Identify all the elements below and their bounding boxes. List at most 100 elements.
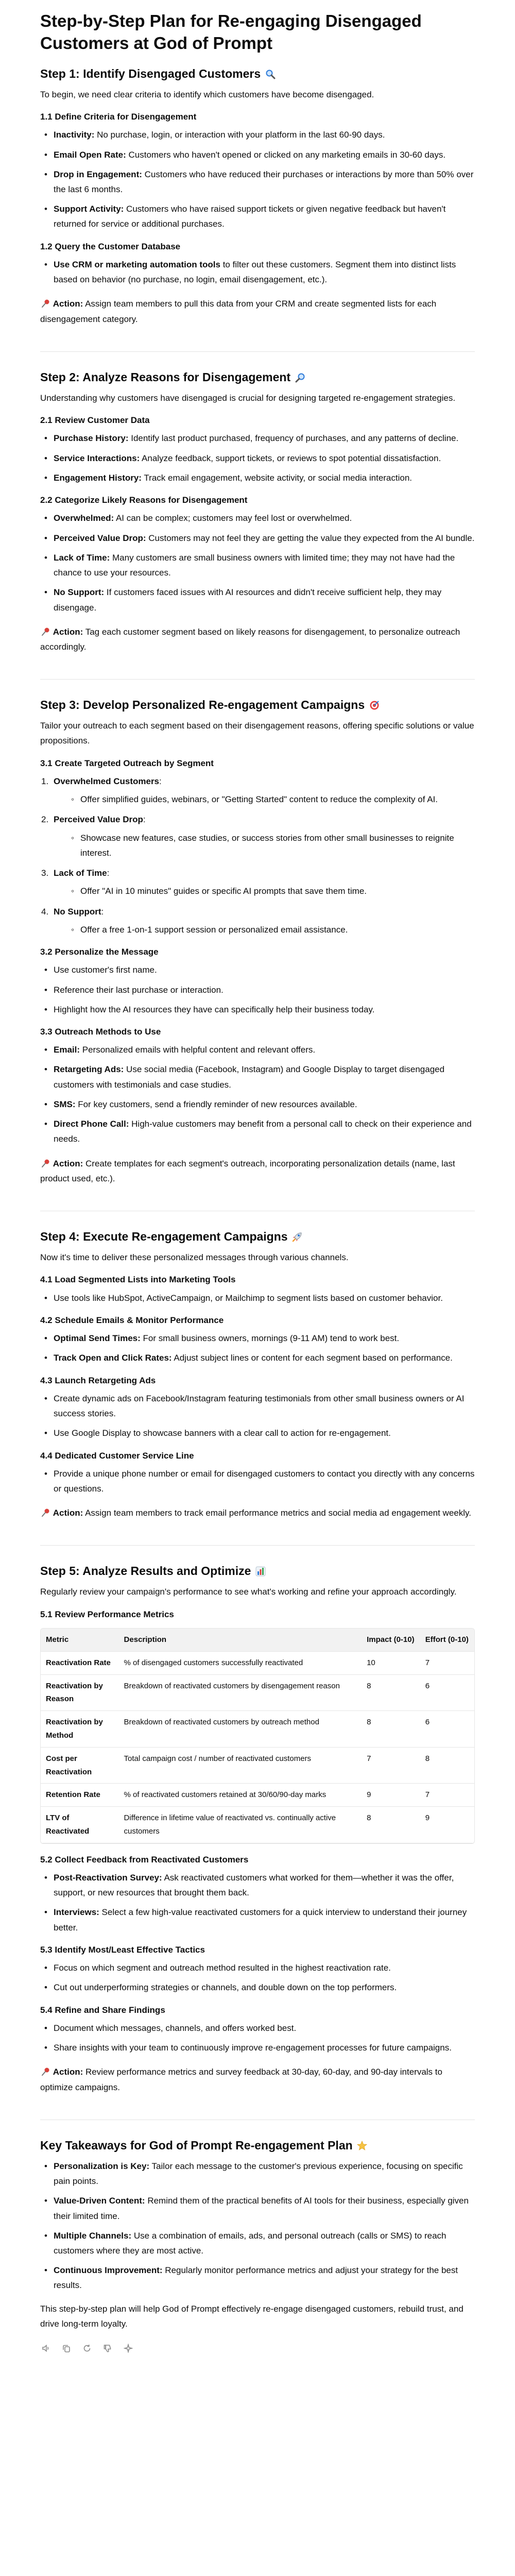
pin-emoji-icon (41, 2064, 50, 2079)
sparkle-model-icon[interactable] (123, 2343, 134, 2354)
step-5-subheading-2: 5.2 Collect Feedback from Reactivated Cu… (40, 1854, 249, 1865)
step-2-section: Step 2: Analyze Reasons for Disengagemen… (40, 352, 475, 680)
step-4-subheading-4: 4.4 Dedicated Customer Service Line (40, 1450, 194, 1461)
step-3-subheading-3: 3.3 Outreach Methods to Use (40, 1027, 161, 1037)
step-2-subheading-2: 2.2 Categorize Likely Reasons for Diseng… (40, 495, 248, 505)
table-cell: 10 (362, 1651, 420, 1675)
thumbs-down-icon[interactable] (102, 2343, 113, 2354)
list-item: Reference their last purchase or interac… (40, 982, 475, 997)
tactics-list: Focus on which segment and outreach meth… (40, 1960, 475, 1995)
list-item: SMS: For key customers, send a friendly … (40, 1097, 475, 1112)
list-item: Overwhelmed: AI can be complex; customer… (40, 511, 475, 526)
list-item: Post-Reactivation Survey: Ask reactivate… (40, 1870, 475, 1900)
table-cell: 6 (420, 1710, 474, 1748)
step-4-heading: Step 4: Execute Re-engagement Campaigns (40, 1229, 475, 1245)
step-1-subheading-1: 1.1 Define Criteria for Disengagement (40, 112, 197, 122)
table-cell: 6 (420, 1674, 474, 1711)
list-item: Offer a free 1-on-1 support session or p… (54, 922, 475, 937)
page-title: Step-by-Step Plan for Re-engaging Diseng… (40, 11, 422, 53)
refine-list: Document which messages, channels, and o… (40, 2021, 475, 2056)
table-row: Retention Rate % of reactivated customer… (41, 1783, 474, 1807)
list-item: Highlight how the AI resources they have… (40, 1002, 475, 1017)
table-cell: 8 (362, 1710, 420, 1748)
table-cell: 8 (420, 1747, 474, 1784)
step-2-action: Action: Tag each customer segment based … (40, 624, 475, 654)
step-4-action: Action: Assign team members to track ema… (40, 1505, 475, 1520)
list-item: Personalization is Key: Tailor each mess… (40, 2159, 475, 2189)
step-5-intro: Regularly review your campaign's perform… (40, 1587, 457, 1597)
service-line-list: Provide a unique phone number or email f… (40, 1466, 475, 1496)
retargeting-ads-list: Create dynamic ads on Facebook/Instagram… (40, 1391, 475, 1441)
step-5-subheading-1: 5.1 Review Performance Metrics (40, 1609, 174, 1619)
list-item: Create dynamic ads on Facebook/Instagram… (40, 1391, 475, 1421)
speaker-icon[interactable] (40, 2343, 52, 2354)
response-document: Step-by-Step Plan for Re-engaging Diseng… (0, 0, 515, 2382)
table-row: Reactivation by Reason Breakdown of reac… (41, 1674, 474, 1711)
list-item: 4.No Support: Offer a free 1-on-1 suppor… (40, 904, 475, 938)
list-item: No Support: If customers faced issues wi… (40, 585, 475, 615)
list-item: Track Open and Click Rates: Adjust subje… (40, 1350, 475, 1365)
step-2-subheading-1: 2.1 Review Customer Data (40, 415, 150, 426)
list-item: Email Open Rate: Customers who haven't o… (40, 147, 475, 162)
step-2-intro: Understanding why customers have disenga… (40, 393, 456, 403)
table-cell: 7 (362, 1747, 420, 1784)
query-database-list: Use CRM or marketing automation tools to… (40, 257, 475, 287)
pin-emoji-icon (41, 624, 50, 639)
copy-icon[interactable] (61, 2343, 72, 2354)
column-header: Impact (0-10) (362, 1628, 420, 1652)
step-5-heading: Step 5: Analyze Results and Optimize (40, 1563, 475, 1579)
list-item: Focus on which segment and outreach meth… (40, 1960, 475, 1975)
list-item: Inactivity: No purchase, login, or inter… (40, 127, 475, 142)
schedule-list: Optimal Send Times: For small business o… (40, 1331, 475, 1366)
step-3-subheading-1: 3.1 Create Targeted Outreach by Segment (40, 758, 214, 768)
takeaways-heading: Key Takeaways for God of Prompt Re-engag… (40, 2138, 475, 2154)
table-row: LTV of Reactivated Difference in lifetim… (41, 1806, 474, 1843)
list-item: Share insights with your team to continu… (40, 2040, 475, 2055)
step-3-action: Action: Create templates for each segmen… (40, 1156, 475, 1186)
list-item: Perceived Value Drop: Customers may not … (40, 531, 475, 546)
list-item: Direct Phone Call: High-value customers … (40, 1116, 475, 1146)
step-1-section: Step 1: Identify Disengaged Customers To… (40, 66, 475, 352)
list-item: Document which messages, channels, and o… (40, 2021, 475, 2036)
table-cell: Retention Rate (41, 1783, 119, 1807)
list-item: Use tools like HubSpot, ActiveCampaign, … (40, 1291, 475, 1306)
table-cell: 7 (420, 1651, 474, 1675)
table-cell: Reactivation by Method (41, 1710, 119, 1748)
step-2-heading: Step 2: Analyze Reasons for Disengagemen… (40, 369, 475, 385)
feedback-list: Post-Reactivation Survey: Ask reactivate… (40, 1870, 475, 1935)
table-cell: % of disengaged customers successfully r… (118, 1651, 362, 1675)
table-cell: % of reactivated customers retained at 3… (118, 1783, 362, 1807)
table-cell: Total campaign cost / number of reactiva… (118, 1747, 362, 1784)
star-emoji-icon (357, 2138, 368, 2154)
regenerate-icon[interactable] (81, 2343, 93, 2354)
table-cell: Breakdown of reactivated customers by ou… (118, 1710, 362, 1748)
pin-emoji-icon (41, 296, 50, 311)
step-4-subheading-3: 4.3 Launch Retargeting Ads (40, 1375, 156, 1385)
list-item: Showcase new features, case studies, or … (54, 831, 475, 860)
list-item: Engagement History: Track email engageme… (40, 470, 475, 485)
step-4-section: Step 4: Execute Re-engagement Campaigns … (40, 1211, 475, 1546)
magnifier-tilted-emoji-icon (295, 369, 305, 385)
step-4-intro: Now it's time to deliver these personali… (40, 1252, 349, 1263)
takeaways-section: Key Takeaways for God of Prompt Re-engag… (40, 2120, 475, 2366)
list-item: Continuous Improvement: Regularly monito… (40, 2263, 475, 2293)
table-row: Cost per Reactivation Total campaign cos… (41, 1747, 474, 1784)
load-lists-list: Use tools like HubSpot, ActiveCampaign, … (40, 1291, 475, 1306)
response-action-bar (40, 2335, 475, 2359)
table-cell: 7 (420, 1783, 474, 1807)
list-item: Drop in Engagement: Customers who have r… (40, 167, 475, 197)
step-3-section: Step 3: Develop Personalized Re-engageme… (40, 680, 475, 1212)
step-1-action: Action: Assign team members to pull this… (40, 296, 475, 326)
reasons-list: Overwhelmed: AI can be complex; customer… (40, 511, 475, 615)
personalize-list: Use customer's first name. Reference the… (40, 962, 475, 1017)
rocket-emoji-icon (292, 1229, 302, 1245)
list-item: 2.Perceived Value Drop: Showcase new fea… (40, 812, 475, 860)
column-header: Effort (0-10) (420, 1628, 474, 1652)
step-5-subheading-3: 5.3 Identify Most/Least Effective Tactic… (40, 1944, 205, 1955)
step-5-subheading-4: 5.4 Refine and Share Findings (40, 2005, 165, 2015)
table-cell: 9 (420, 1806, 474, 1843)
list-item: Purchase History: Identify last product … (40, 431, 475, 446)
step-4-subheading-1: 4.1 Load Segmented Lists into Marketing … (40, 1275, 236, 1285)
list-item: Optimal Send Times: For small business o… (40, 1331, 475, 1346)
review-data-list: Purchase History: Identify last product … (40, 431, 475, 485)
